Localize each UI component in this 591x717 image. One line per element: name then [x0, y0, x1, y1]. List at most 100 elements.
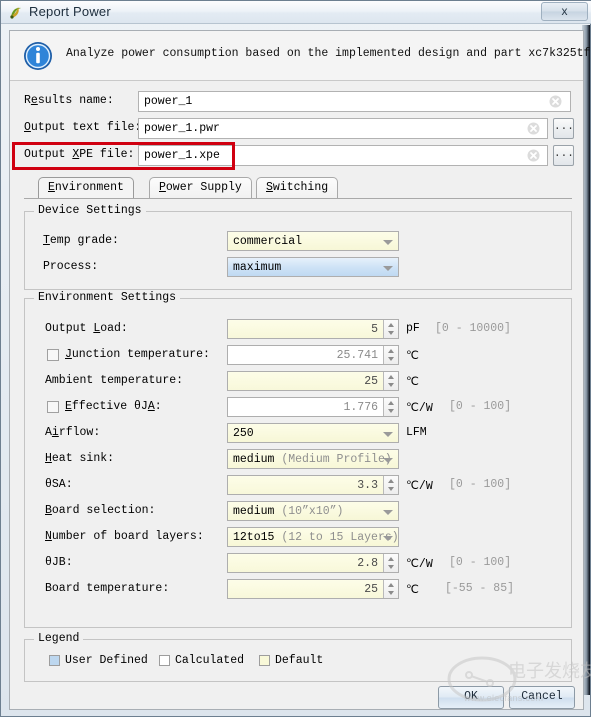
theta-jb-unit: ℃/W — [406, 558, 433, 571]
results-name-label: Results name: — [24, 94, 114, 107]
theta-sa-label: θSA: — [45, 478, 73, 491]
chevron-down-icon — [383, 510, 393, 515]
tab-underline — [24, 198, 572, 199]
environment-settings-group: Environment Settings Output Load: 5 pF [… — [24, 291, 572, 628]
airflow-label: Airflow: — [45, 426, 101, 439]
results-name-input[interactable]: power_1 — [138, 91, 571, 112]
window-title: Report Power — [29, 4, 111, 19]
chevron-down-icon — [383, 536, 393, 541]
ambient-temperature-unit: ℃ — [406, 376, 419, 389]
legend-swatch-user-defined — [49, 655, 60, 666]
output-text-file-row: Output text file: power_1.pwr ... — [10, 118, 583, 140]
clear-icon[interactable] — [549, 95, 562, 108]
output-text-file-input[interactable]: power_1.pwr — [138, 118, 548, 139]
ambient-temperature-label: Ambient temperature: — [45, 374, 184, 387]
spinner-buttons[interactable] — [383, 320, 398, 338]
browse-button[interactable]: ... — [553, 145, 574, 166]
board-selection-label: Board selection: — [45, 504, 156, 517]
ok-button[interactable]: OK — [438, 686, 504, 709]
spinner-buttons[interactable] — [383, 346, 398, 364]
heat-sink-label: Heat sink: — [45, 452, 115, 465]
junction-temperature-checkbox[interactable] — [47, 349, 59, 361]
legend-label-calculated: Calculated — [175, 654, 245, 667]
legend-label-default: Default — [275, 654, 324, 667]
browse-button[interactable]: ... — [553, 118, 574, 139]
tab-strip: EEnvironmentnvironment Power Supply Swit… — [24, 177, 572, 199]
tab-switching[interactable]: Switching — [256, 177, 339, 198]
environment-settings-title: Environment Settings — [34, 291, 181, 304]
spinner-buttons[interactable] — [383, 372, 398, 390]
device-settings-group: Device Settings Temp grade: commercial P… — [24, 204, 572, 290]
cancel-button[interactable]: Cancel — [509, 686, 575, 709]
temp-grade-combo[interactable]: commercial — [227, 231, 399, 251]
spinner-buttons[interactable] — [383, 476, 398, 494]
output-load-unit: pF — [406, 322, 420, 335]
junction-temperature-unit: ℃ — [406, 350, 419, 363]
tab-power-supply[interactable]: Power Supply — [149, 177, 252, 198]
chevron-down-icon — [383, 240, 393, 245]
banner-message: Analyze power consumption based on the i… — [66, 47, 591, 60]
title-bar: Report Power x — [1, 1, 591, 24]
airflow-combo[interactable]: 250 — [227, 423, 399, 443]
legend-group: Legend User Defined Calculated Default — [24, 632, 572, 682]
chevron-down-icon — [383, 266, 393, 271]
theta-jb-spinner[interactable]: 2.8 — [227, 553, 399, 573]
theta-jb-label: θJB: — [45, 556, 73, 569]
heat-sink-hint: (Medium Profile) — [281, 453, 392, 466]
close-icon: x — [561, 4, 568, 18]
process-combo[interactable]: maximum — [227, 257, 399, 277]
spinner-buttons[interactable] — [383, 580, 398, 598]
output-load-label: Output Load: — [45, 322, 128, 335]
airflow-unit: LFM — [406, 426, 427, 439]
output-load-spinner[interactable]: 5 — [227, 319, 399, 339]
junction-temperature-spinner[interactable]: 25.741 — [227, 345, 399, 365]
clear-icon[interactable] — [527, 149, 540, 162]
temp-grade-label: Temp grade: — [43, 234, 119, 247]
chevron-down-icon — [383, 458, 393, 463]
legend-label-user-defined: User Defined — [65, 654, 148, 667]
output-xpe-file-label: Output XPE file: — [24, 148, 135, 161]
info-icon — [23, 41, 53, 71]
output-text-file-label: Output text file: — [24, 121, 142, 134]
output-xpe-file-input[interactable]: power_1.xpe — [138, 145, 548, 166]
process-label: Process: — [43, 260, 99, 273]
tab-environment[interactable]: EEnvironmentnvironment — [38, 177, 134, 198]
effective-theta-ja-unit: ℃/W — [406, 402, 433, 415]
number-of-board-layers-combo[interactable]: 12to15 (12 to 15 Layers) — [227, 527, 399, 547]
number-of-board-layers-hint: (12 to 15 Layers) — [281, 531, 399, 544]
dialog-body: Analyze power consumption based on the i… — [9, 30, 591, 710]
spinner-buttons[interactable] — [383, 554, 398, 572]
output-load-range: [0 - 10000] — [435, 322, 511, 335]
board-temperature-unit: ℃ — [406, 584, 419, 597]
number-of-board-layers-label: Number of board layers: — [45, 530, 204, 543]
chevron-down-icon — [383, 432, 393, 437]
junction-temperature-label: Junction temperature: — [65, 348, 210, 361]
ambient-temperature-spinner[interactable]: 25 — [227, 371, 399, 391]
effective-theta-ja-checkbox[interactable] — [47, 401, 59, 413]
device-settings-title: Device Settings — [34, 204, 146, 217]
results-name-row: Results name: power_1 — [10, 91, 583, 113]
effective-theta-ja-range: [0 - 100] — [449, 400, 512, 413]
info-banner: Analyze power consumption based on the i… — [10, 31, 591, 81]
legend-title: Legend — [34, 632, 84, 645]
output-xpe-file-row: Output XPE file: power_1.xpe ... — [10, 145, 583, 167]
close-button[interactable]: x — [541, 2, 588, 21]
effective-theta-ja-label: Effective θJA: — [65, 400, 162, 413]
theta-sa-range: [0 - 100] — [449, 478, 512, 491]
heat-sink-combo[interactable]: medium (Medium Profile) — [227, 449, 399, 469]
effective-theta-ja-spinner[interactable]: 1.776 — [227, 397, 399, 417]
board-temperature-spinner[interactable]: 25 — [227, 579, 399, 599]
board-selection-hint: (10”x10”) — [281, 505, 344, 518]
theta-sa-unit: ℃/W — [406, 480, 433, 493]
board-temperature-range: [-55 - 85] — [445, 582, 515, 595]
vivado-logo-icon — [8, 5, 24, 21]
theta-sa-spinner[interactable]: 3.3 — [227, 475, 399, 495]
legend-swatch-default — [259, 655, 270, 666]
legend-swatch-calculated — [159, 655, 170, 666]
spinner-buttons[interactable] — [383, 398, 398, 416]
board-selection-combo[interactable]: medium (10”x10”) — [227, 501, 399, 521]
theta-jb-range: [0 - 100] — [449, 556, 512, 569]
report-power-dialog: Report Power x Analyze power consumption… — [0, 0, 591, 717]
board-temperature-label: Board temperature: — [45, 582, 170, 595]
clear-icon[interactable] — [527, 122, 540, 135]
